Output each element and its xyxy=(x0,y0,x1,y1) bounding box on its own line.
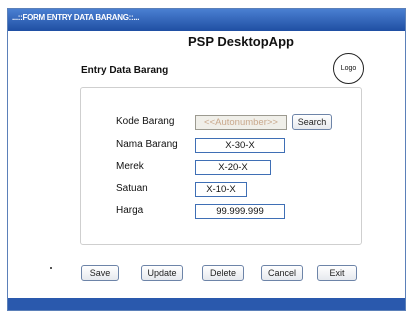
nama-barang-label: Nama Barang xyxy=(116,139,178,150)
merek-input[interactable]: X-20-X xyxy=(195,160,271,175)
section-title: Entry Data Barang xyxy=(81,65,169,76)
window-titlebar[interactable]: ...::FORM ENTRY DATA BARANG::... xyxy=(8,9,405,31)
satuan-label: Satuan xyxy=(116,183,148,194)
search-button[interactable]: Search xyxy=(292,114,332,130)
logo-label: Logo xyxy=(340,65,357,72)
exit-button[interactable]: Exit xyxy=(317,265,357,281)
update-button[interactable]: Update xyxy=(141,265,183,281)
merek-label: Merek xyxy=(116,161,144,172)
cancel-button[interactable]: Cancel xyxy=(261,265,303,281)
satuan-input[interactable]: X-10-X xyxy=(195,182,247,197)
nama-barang-input[interactable]: X-30-X xyxy=(195,138,285,153)
harga-label: Harga xyxy=(116,205,144,216)
app-window: ...::FORM ENTRY DATA BARANG::... PSP Des… xyxy=(7,8,406,311)
delete-button[interactable]: Delete xyxy=(202,265,244,281)
stray-dot xyxy=(50,267,52,269)
logo: Logo xyxy=(333,53,364,84)
app-title: PSP DesktopApp xyxy=(188,34,294,49)
window-bottom-bar xyxy=(8,298,405,310)
save-button[interactable]: Save xyxy=(81,265,119,281)
kode-barang-field: <<Autonumber>> xyxy=(195,115,287,130)
window-title: ...::FORM ENTRY DATA BARANG::... xyxy=(12,13,140,22)
kode-barang-label: Kode Barang xyxy=(116,116,175,127)
harga-input[interactable]: 99.999.999 xyxy=(195,204,285,219)
